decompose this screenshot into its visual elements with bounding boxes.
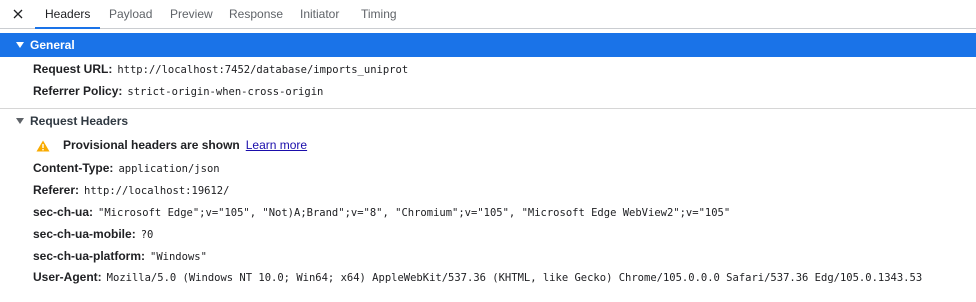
tab-initiator[interactable]: Initiator xyxy=(290,0,349,28)
header-row-sec-ch-ua-mobile: sec-ch-ua-mobile: ?0 xyxy=(33,225,153,243)
header-row-referrer-policy: Referrer Policy: strict-origin-when-cross… xyxy=(33,82,323,100)
general-section-header[interactable]: General xyxy=(0,33,976,57)
header-key: Referer: xyxy=(33,183,80,197)
header-row-user-agent: User-Agent: Mozilla/5.0 (Windows NT 10.0;… xyxy=(33,268,922,286)
header-value[interactable]: ?0 xyxy=(141,229,154,241)
header-row-content-type: Content-Type: application/json xyxy=(33,159,220,177)
learn-more-link[interactable]: Learn more xyxy=(246,138,307,152)
header-row-referer: Referer: http://localhost:19612/ xyxy=(33,181,229,199)
header-key: User-Agent: xyxy=(33,270,102,284)
header-value[interactable]: "Windows" xyxy=(150,251,207,263)
provisional-headers-warning: Provisional headers are shown Learn more xyxy=(36,136,307,154)
header-row-sec-ch-ua-platform: sec-ch-ua-platform: "Windows" xyxy=(33,247,207,265)
header-key: Request URL: xyxy=(33,62,113,76)
tab-headers[interactable]: Headers xyxy=(35,0,101,29)
header-key: Content-Type: xyxy=(33,161,114,175)
header-value[interactable]: http://localhost:7452/database/imports_u… xyxy=(117,64,408,76)
header-value[interactable]: Mozilla/5.0 (Windows NT 10.0; Win64; x64… xyxy=(107,272,922,284)
request-headers-section-title: Request Headers xyxy=(30,113,129,128)
general-section-title: General xyxy=(30,38,75,52)
header-value[interactable]: application/json xyxy=(118,163,219,175)
header-key: sec-ch-ua-platform: xyxy=(33,249,146,263)
expand-triangle-icon xyxy=(16,117,24,124)
header-value[interactable]: strict-origin-when-cross-origin xyxy=(127,86,323,98)
close-icon xyxy=(13,9,23,19)
header-key: Referrer Policy: xyxy=(33,84,123,98)
header-key: sec-ch-ua-mobile: xyxy=(33,227,136,241)
header-value[interactable]: http://localhost:19612/ xyxy=(84,185,229,197)
tab-preview[interactable]: Preview xyxy=(160,0,223,28)
request-headers-section-header[interactable]: Request Headers xyxy=(0,108,976,132)
tab-timing[interactable]: Timing xyxy=(351,0,407,28)
tab-payload[interactable]: Payload xyxy=(99,0,162,28)
tab-bar: Headers Payload Preview Response Initiat… xyxy=(0,0,976,29)
close-button[interactable] xyxy=(10,6,26,22)
tab-response[interactable]: Response xyxy=(219,0,293,28)
provisional-headers-text: Provisional headers are shown xyxy=(63,138,240,152)
expand-triangle-icon xyxy=(16,42,24,48)
header-row-request-url: Request URL: http://localhost:7452/databa… xyxy=(33,60,408,78)
warning-icon xyxy=(36,140,50,152)
header-value[interactable]: "Microsoft Edge";v="105", "Not)A;Brand";… xyxy=(98,207,730,219)
header-row-sec-ch-ua: sec-ch-ua: "Microsoft Edge";v="105", "Not… xyxy=(33,203,730,221)
header-key: sec-ch-ua: xyxy=(33,205,94,219)
